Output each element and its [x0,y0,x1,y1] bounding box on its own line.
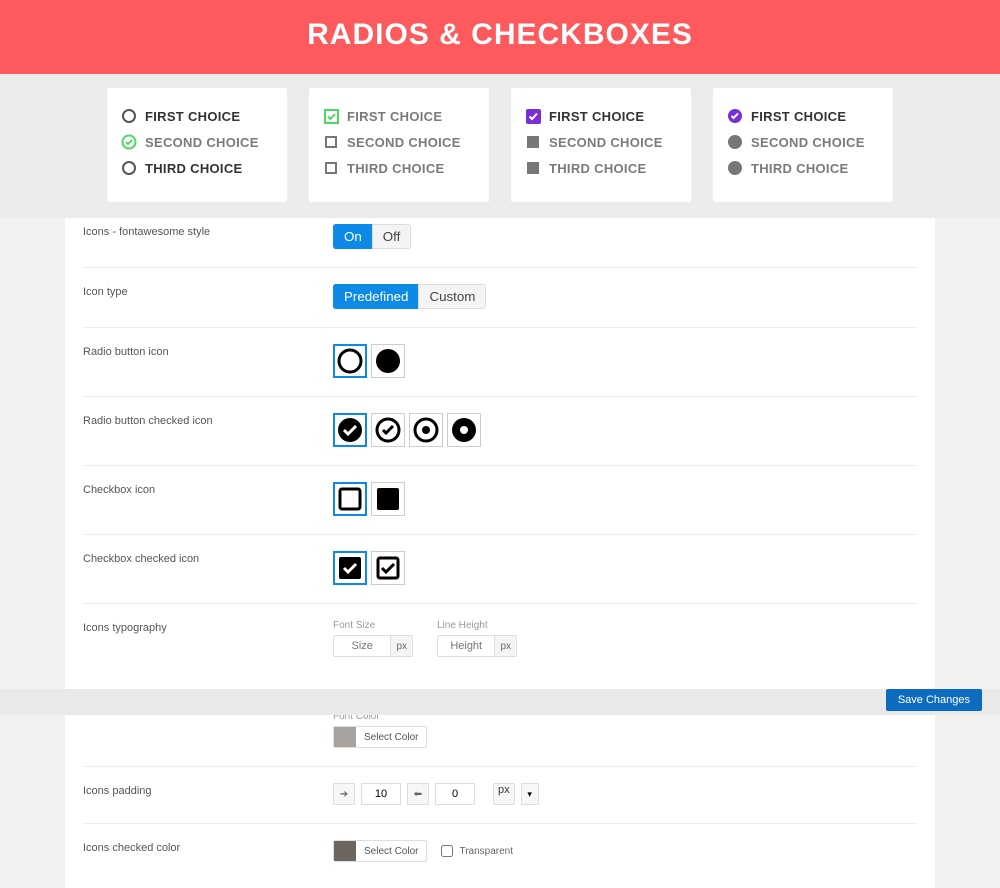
row-label-checkbox-checked-icon: Checkbox checked icon [83,551,333,585]
hero-banner: RADIOS & CHECKBOXES [0,0,1000,74]
icon-option-dot-outline[interactable] [409,413,443,447]
font-size-unit: px [390,636,412,656]
row-label-radio-icon: Radio button icon [83,344,333,378]
choice-label: SECOND CHOICE [347,135,461,150]
choice-label: THIRD CHOICE [751,161,849,176]
transparent-checkbox[interactable]: Transparent [441,845,513,857]
radio-outline-icon [121,108,137,124]
preview-card-radio-outline: FIRST CHOICE SECOND CHOICE THIRD CHOICE [107,88,287,202]
choice-item[interactable]: FIRST CHOICE [727,108,879,124]
page-title: RADIOS & CHECKBOXES [0,18,1000,52]
toggle-on[interactable]: On [333,224,373,249]
checkbox-check-icon [323,108,339,124]
choice-label: FIRST CHOICE [145,109,240,124]
toggle-off[interactable]: Off [372,224,412,249]
icon-option-circle-outline[interactable] [333,344,367,378]
transparent-label: Transparent [459,846,513,857]
choice-label: FIRST CHOICE [549,109,644,124]
radio-filled-icon [727,134,743,150]
select-color-label: Select Color [356,846,426,857]
choice-item[interactable]: FIRST CHOICE [323,108,475,124]
checkbox-outline-icon [323,134,339,150]
padding-h-input[interactable] [435,783,475,805]
checkbox-filled-check-icon [525,108,541,124]
settings-panel: Icons - fontawesome style On Off Icon ty… [65,218,935,888]
padding-unit-select[interactable]: px [493,783,515,805]
checkbox-filled-icon [525,134,541,150]
select-color-label: Select Color [356,732,426,743]
color-swatch [334,727,356,747]
line-height-unit: px [494,636,516,656]
choice-item[interactable]: THIRD CHOICE [525,160,677,176]
padding-v-arrow-icon[interactable]: ➔ [333,783,355,805]
choice-label: SECOND CHOICE [145,135,259,150]
choice-label: SECOND CHOICE [751,135,865,150]
choice-item[interactable]: THIRD CHOICE [727,160,879,176]
icon-option-square-outline[interactable] [333,482,367,516]
transparent-checkbox-input[interactable] [441,845,453,857]
icon-option-check-outline[interactable] [371,413,405,447]
choice-label: FIRST CHOICE [347,109,442,124]
toggle-icon-type[interactable]: Predefined Custom [333,284,486,309]
padding-stepper[interactable]: ▾ [521,783,539,805]
choice-item[interactable]: SECOND CHOICE [727,134,879,150]
font-size-group: Font Size px [333,620,413,657]
radio-filled-check-icon [727,108,743,124]
choice-label: FIRST CHOICE [751,109,846,124]
radio-filled-icon [727,160,743,176]
preview-card-checkbox-filled: FIRST CHOICE SECOND CHOICE THIRD CHOICE [511,88,691,202]
choice-label: THIRD CHOICE [347,161,445,176]
save-changes-button[interactable]: Save Changes [886,689,982,711]
choice-item[interactable]: SECOND CHOICE [525,134,677,150]
choice-item[interactable]: SECOND CHOICE [121,134,273,150]
icon-option-circle-filled[interactable] [371,344,405,378]
checked-color-button[interactable]: Select Color [333,840,427,862]
padding-h-arrow-icon[interactable]: ⬅ [407,783,429,805]
checkbox-icon-options [333,482,917,516]
toggle-fa-style[interactable]: On Off [333,224,411,249]
preview-card-checkbox-outline: FIRST CHOICE SECOND CHOICE THIRD CHOICE [309,88,489,202]
row-label-checked-color: Icons checked color [83,840,333,862]
radio-check-icon [121,134,137,150]
choice-label: SECOND CHOICE [549,135,663,150]
row-label-icon-type: Icon type [83,284,333,309]
choice-label: THIRD CHOICE [549,161,647,176]
padding-v-input[interactable] [361,783,401,805]
row-label-typography: Icons typography [83,620,333,748]
footer-bar: Save Changes [0,689,1000,715]
checkbox-outline-icon [323,160,339,176]
checkbox-checked-icon-options [333,551,917,585]
preview-strip: FIRST CHOICE SECOND CHOICE THIRD CHOICE … [0,74,1000,218]
font-size-label: Font Size [333,620,413,631]
choice-item[interactable]: FIRST CHOICE [121,108,273,124]
row-label-fa-style: Icons - fontawesome style [83,224,333,249]
row-label-padding: Icons padding [83,783,333,805]
btn-predefined[interactable]: Predefined [333,284,419,309]
btn-custom[interactable]: Custom [418,284,486,309]
choice-item[interactable]: FIRST CHOICE [525,108,677,124]
choice-item[interactable]: THIRD CHOICE [121,160,273,176]
choice-item[interactable]: THIRD CHOICE [323,160,475,176]
icon-option-check-filled[interactable] [333,413,367,447]
radio-outline-icon [121,160,137,176]
font-size-input[interactable] [334,636,390,656]
icon-option-check-square-outline[interactable] [371,551,405,585]
radio-checked-icon-options [333,413,917,447]
choice-item[interactable]: SECOND CHOICE [323,134,475,150]
checkbox-filled-icon [525,160,541,176]
font-color-button[interactable]: Select Color [333,726,427,748]
line-height-label: Line Height [437,620,517,631]
color-swatch [334,841,356,861]
radio-icon-options [333,344,917,378]
icon-option-square-filled[interactable] [371,482,405,516]
line-height-group: Line Height px [437,620,517,657]
row-label-checkbox-icon: Checkbox icon [83,482,333,516]
line-height-input[interactable] [438,636,494,656]
preview-card-radio-filled: FIRST CHOICE SECOND CHOICE THIRD CHOICE [713,88,893,202]
font-color-group: Font Color Select Color [333,711,427,748]
icon-option-dot-filled[interactable] [447,413,481,447]
choice-label: THIRD CHOICE [145,161,243,176]
row-label-radio-checked-icon: Radio button checked icon [83,413,333,447]
icon-option-check-square-filled[interactable] [333,551,367,585]
